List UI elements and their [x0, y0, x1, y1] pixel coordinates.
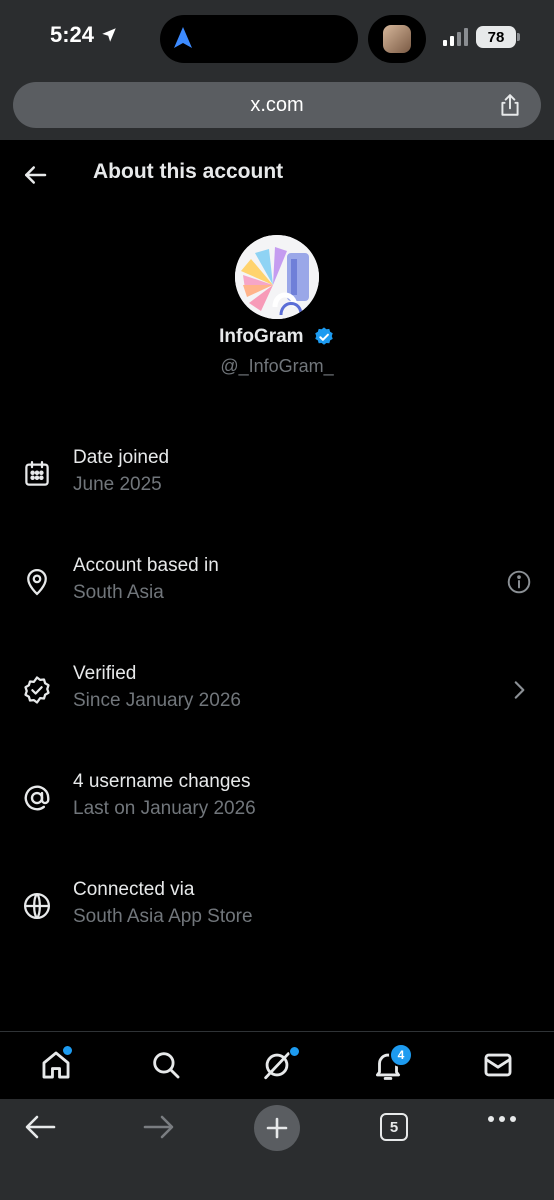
- clock: 5:24: [50, 22, 118, 48]
- row-label: Verified: [73, 663, 137, 684]
- chevron-right-icon: [514, 681, 525, 699]
- page-header: About this account: [0, 140, 554, 210]
- search-icon[interactable]: [149, 1048, 183, 1082]
- address-bar[interactable]: x.com: [13, 82, 541, 128]
- at-sign-icon: [24, 785, 50, 811]
- navigation-arrow-icon: [174, 27, 192, 48]
- plus-icon: [266, 1117, 288, 1139]
- row-value: Since January 2026: [73, 690, 241, 711]
- share-icon[interactable]: [497, 92, 523, 118]
- location-arrow-icon: [102, 28, 116, 42]
- display-name: InfoGram: [0, 326, 554, 348]
- page-title: About this account: [93, 160, 284, 183]
- clock-text: 5:24: [50, 22, 95, 47]
- back-arrow-icon[interactable]: [20, 160, 50, 190]
- url-text: x.com: [250, 93, 304, 116]
- verified-badge-icon: [315, 327, 333, 345]
- cellular-signal-icon: [443, 28, 468, 46]
- grok-new-dot: [289, 1046, 300, 1057]
- verified-badge-icon: [24, 676, 50, 704]
- row-value: Last on January 2026: [73, 798, 256, 819]
- row-username-changes: 4 username changes Last on January 2026: [0, 771, 554, 851]
- row-label: Account based in: [73, 555, 219, 576]
- status-bar: 5:24 78: [0, 0, 554, 78]
- battery-level: 78: [487, 28, 505, 46]
- display-name-text: InfoGram: [219, 326, 304, 347]
- battery-indicator: 78: [476, 26, 520, 48]
- info-icon[interactable]: [506, 569, 532, 595]
- globe-icon: [24, 893, 50, 919]
- browser-address-area: x.com: [0, 78, 554, 140]
- browser-forward-icon[interactable]: [143, 1113, 175, 1141]
- row-verified[interactable]: Verified Since January 2026: [0, 663, 554, 743]
- row-label: Connected via: [73, 879, 195, 900]
- location-pin-icon: [27, 569, 47, 596]
- tabs-count: 5: [389, 1118, 399, 1136]
- tabs-overview-button[interactable]: 5: [380, 1113, 408, 1141]
- notifications-badge: 4: [389, 1043, 413, 1067]
- row-label: Date joined: [73, 447, 170, 468]
- browser-back-icon[interactable]: [24, 1113, 56, 1141]
- new-tab-button[interactable]: [254, 1105, 300, 1151]
- username-handle: @_InfoGram_: [220, 356, 334, 376]
- live-activity-avatar: [368, 15, 426, 63]
- row-label: 4 username changes: [73, 771, 251, 792]
- browser-toolbar: 5: [0, 1099, 554, 1200]
- row-value: South Asia App Store: [73, 906, 253, 927]
- home-new-dot: [62, 1045, 73, 1056]
- bottom-tab-bar: [0, 1031, 554, 1100]
- row-value: South Asia: [73, 582, 164, 603]
- profile-avatar[interactable]: [235, 235, 319, 319]
- row-value: June 2025: [73, 474, 162, 495]
- row-date-joined: Date joined June 2025: [0, 447, 554, 527]
- calendar-icon: [25, 461, 49, 486]
- row-account-based-in: Account based in South Asia: [0, 555, 554, 635]
- more-menu-button[interactable]: [488, 1116, 516, 1122]
- messages-icon[interactable]: [481, 1048, 515, 1082]
- row-connected-via: Connected via South Asia App Store: [0, 879, 554, 959]
